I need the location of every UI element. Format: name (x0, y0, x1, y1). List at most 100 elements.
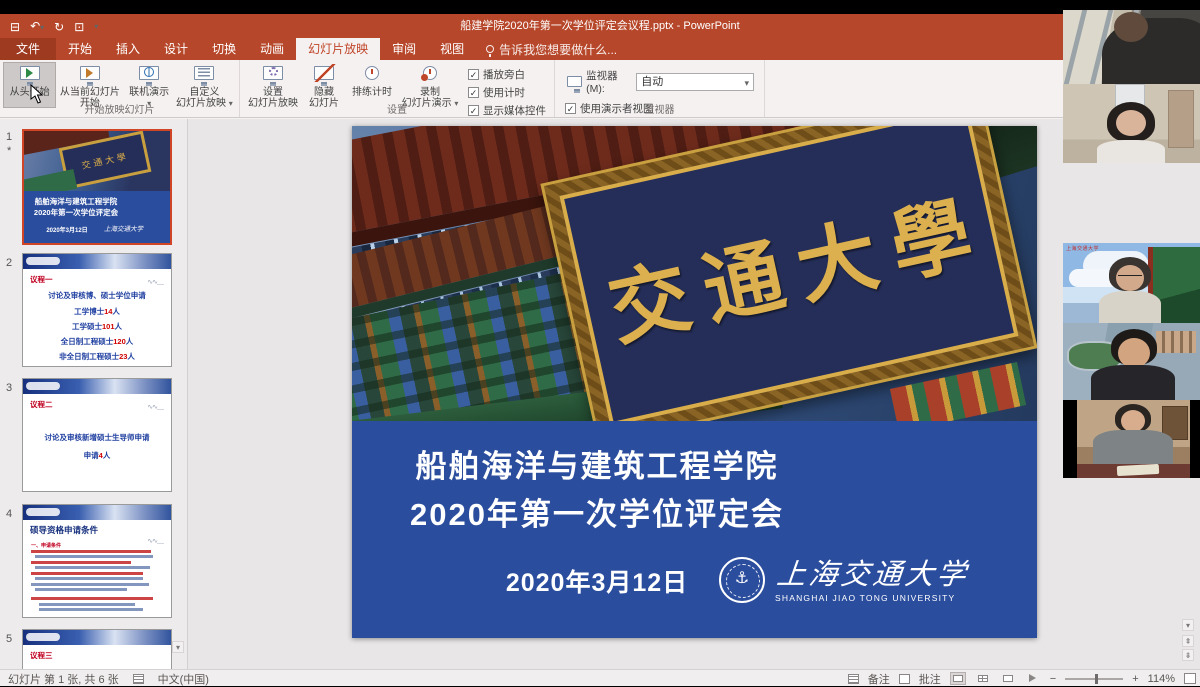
slide-date: 2020年3月12日 (432, 563, 762, 599)
thumbnail-slide-4[interactable]: 硕导资格申请条件 ∿∿﹏ 一、申请条件 (22, 504, 172, 618)
sjtu-logo: 上海交通大学 SHANGHAI JIAO TONG UNIVERSITY (719, 549, 1009, 619)
next-slide-button[interactable]: ⇟ (1182, 649, 1194, 661)
comments-icon (899, 674, 910, 684)
use-timings-checkbox[interactable]: ✓ 使用计时 (468, 85, 546, 100)
tab-review[interactable]: 审阅 (380, 38, 428, 60)
thumb-number: 1 (6, 131, 12, 143)
tab-slideshow-active[interactable]: 幻灯片放映 (296, 38, 380, 60)
record-slideshow-button[interactable]: 录制幻灯片演示 ▾ (398, 63, 462, 107)
custom-slideshow-button[interactable]: 自定义幻灯片放映 ▾ (174, 63, 235, 107)
status-bar: 幻灯片 第 1 张, 共 6 张 中文(中国) 备注 批注 − + 114% (0, 669, 1200, 686)
ribbon: 从头开始 从当前幻灯片开始 联机演示▾ 自定义幻灯片放映 ▾ 开始放映幻灯片 (0, 60, 1200, 118)
tab-insert[interactable]: 插入 (104, 38, 152, 60)
thumbnail-slide-3[interactable]: 议程二 ∿∿﹏ 讨论及审核新增硕士生导师申请 申请4人 (22, 378, 172, 492)
from-current-slide-icon (78, 65, 102, 85)
checkbox-checked-icon: ✓ (468, 69, 479, 80)
participant-shoulders (1097, 140, 1165, 163)
thumb-number: 4 (6, 508, 12, 520)
plaque-calligraphy: 交通大學 (581, 166, 997, 366)
thumb5-header (23, 630, 171, 645)
checkbox-checked-icon: ✓ (468, 87, 479, 98)
slideshow-view-button[interactable] (1025, 672, 1041, 685)
hide-slide-icon (312, 65, 336, 85)
mouse-cursor (30, 84, 44, 104)
custom-slideshow-icon (192, 65, 216, 85)
webcam-tile-5[interactable] (1063, 400, 1200, 478)
rehearse-timings-icon (360, 65, 384, 85)
window-title: 船建学院2020年第一次学位评定会议程.pptx - PowerPoint (0, 14, 1200, 38)
rehearse-timings-button[interactable]: 排练计时 (346, 63, 398, 107)
present-online-button[interactable]: 联机演示▾ (124, 63, 173, 107)
thumbnail-slide-1[interactable]: 交通大學 船舶海洋与建筑工程学院 2020年第一次学位评定会 2020年3月12… (22, 129, 172, 245)
window-panes (1064, 10, 1087, 84)
thumb3-header (23, 379, 171, 394)
participant-suit (1091, 365, 1175, 400)
zoom-out-button[interactable]: − (1050, 673, 1056, 685)
webcam-tile-2[interactable] (1063, 84, 1200, 163)
setup-slideshow-button[interactable]: 设置幻灯片放映 (244, 63, 302, 107)
setup-slideshow-icon (261, 65, 285, 85)
fit-to-window-icon[interactable] (1184, 673, 1196, 684)
record-slideshow-icon (418, 65, 442, 85)
thumbnail-slide-2[interactable]: 议程一 ∿∿﹏ 讨论及审核博、硕士学位申请 工学博士14人 工学硕士101人 全… (22, 253, 172, 367)
scrollbar-down-arrow[interactable]: ▾ (1182, 619, 1194, 631)
zoom-level-label[interactable]: 114% (1148, 673, 1175, 685)
group-label-setup: 设置 (240, 105, 554, 117)
slide-canvas[interactable]: 交通大學 船舶海洋与建筑工程学院 2020年第一次学位评定会 2020年3月12… (352, 126, 1037, 638)
tab-home[interactable]: 开始 (56, 38, 104, 60)
sjtu-logo-chinese: 上海交通大学 (775, 551, 1009, 593)
slide-sorter-view-button[interactable] (975, 672, 991, 685)
slide-title-line2: 2020年第一次学位评定会 (382, 489, 812, 534)
hide-slide-button[interactable]: 隐藏幻灯片 (302, 63, 346, 107)
group-start-slideshow: 从头开始 从当前幻灯片开始 联机演示▾ 自定义幻灯片放映 ▾ 开始放映幻灯片 (0, 60, 240, 117)
participant-face (1116, 110, 1146, 136)
tab-view[interactable]: 视图 (428, 38, 476, 60)
webcam-tile-3[interactable]: 上海交通大学 (1063, 243, 1200, 323)
slide-title-band: 船舶海洋与建筑工程学院 2020年第一次学位评定会 2020年3月12日 上海交… (352, 421, 1037, 638)
previous-slide-button[interactable]: ⇞ (1182, 635, 1194, 647)
tab-animations[interactable]: 动画 (248, 38, 296, 60)
zoom-slider-thumb[interactable] (1095, 674, 1098, 684)
slide-thumbnail-panel[interactable]: 1 * 交通大學 船舶海洋与建筑工程学院 2020年第一次学位评定会 2020年… (0, 119, 188, 669)
door (1168, 90, 1194, 148)
animation-star: * (7, 145, 11, 157)
normal-view-button[interactable] (950, 672, 966, 685)
play-narrations-checkbox[interactable]: ✓ 播放旁白 (468, 67, 546, 82)
zoom-in-button[interactable]: + (1132, 673, 1138, 685)
group-label-monitors: 监视器 (555, 105, 764, 117)
sjtu-watermark: 上海交通大学 (1066, 245, 1099, 252)
tab-file[interactable]: 文件 (0, 38, 56, 60)
campus-buildings-decor (1156, 331, 1196, 353)
ribbon-tab-row: 文件 开始 插入 设计 切换 动画 幻灯片放映 审阅 视图 告诉我您想要做什么.… (0, 38, 1200, 60)
participant-head (1114, 12, 1148, 42)
tab-design[interactable]: 设计 (152, 38, 200, 60)
reading-view-button[interactable] (1000, 672, 1016, 685)
comments-toggle[interactable]: 批注 (919, 671, 941, 687)
group-setup: 设置幻灯片放映 隐藏幻灯片 排练计时 录制幻灯片演示 ▾ ✓ 播放旁白 ✓ (240, 60, 555, 117)
thumb-number: 2 (6, 257, 12, 269)
tab-transitions[interactable]: 切换 (200, 38, 248, 60)
language-label[interactable]: 中文(中国) (158, 671, 209, 687)
participant-face (1121, 410, 1145, 432)
slide-count-label: 幻灯片 第 1 张, 共 6 张 (8, 671, 119, 687)
input-method-icon[interactable] (133, 674, 144, 684)
webcam-tile-4[interactable] (1063, 323, 1200, 400)
monitor-dropdown[interactable]: 自动 (636, 73, 754, 91)
monitor-icon (565, 75, 581, 89)
zoom-slider[interactable] (1065, 678, 1123, 680)
tell-me-box[interactable]: 告诉我您想要做什么... (476, 38, 627, 60)
signature-mark: ∿∿﹏ (147, 536, 163, 546)
notes-toggle[interactable]: 备注 (868, 671, 890, 687)
thumb1-photo: 交通大學 (24, 131, 170, 191)
slide-title-line1: 船舶海洋与建筑工程学院 (382, 441, 812, 486)
sjtu-seal-icon (719, 557, 765, 603)
present-online-icon (137, 65, 161, 85)
notes-icon (848, 674, 859, 684)
from-current-slide-button[interactable]: 从当前幻灯片开始 (55, 63, 124, 107)
thumb4-header (23, 505, 171, 520)
thumbnail-scroll-down-button[interactable]: ▾ (172, 641, 184, 653)
thumb2-header (23, 254, 171, 269)
webcam-tile-1[interactable] (1063, 10, 1200, 84)
thumbnail-slide-5[interactable]: 议程三 (22, 629, 172, 669)
participant-shoulders (1099, 291, 1161, 323)
